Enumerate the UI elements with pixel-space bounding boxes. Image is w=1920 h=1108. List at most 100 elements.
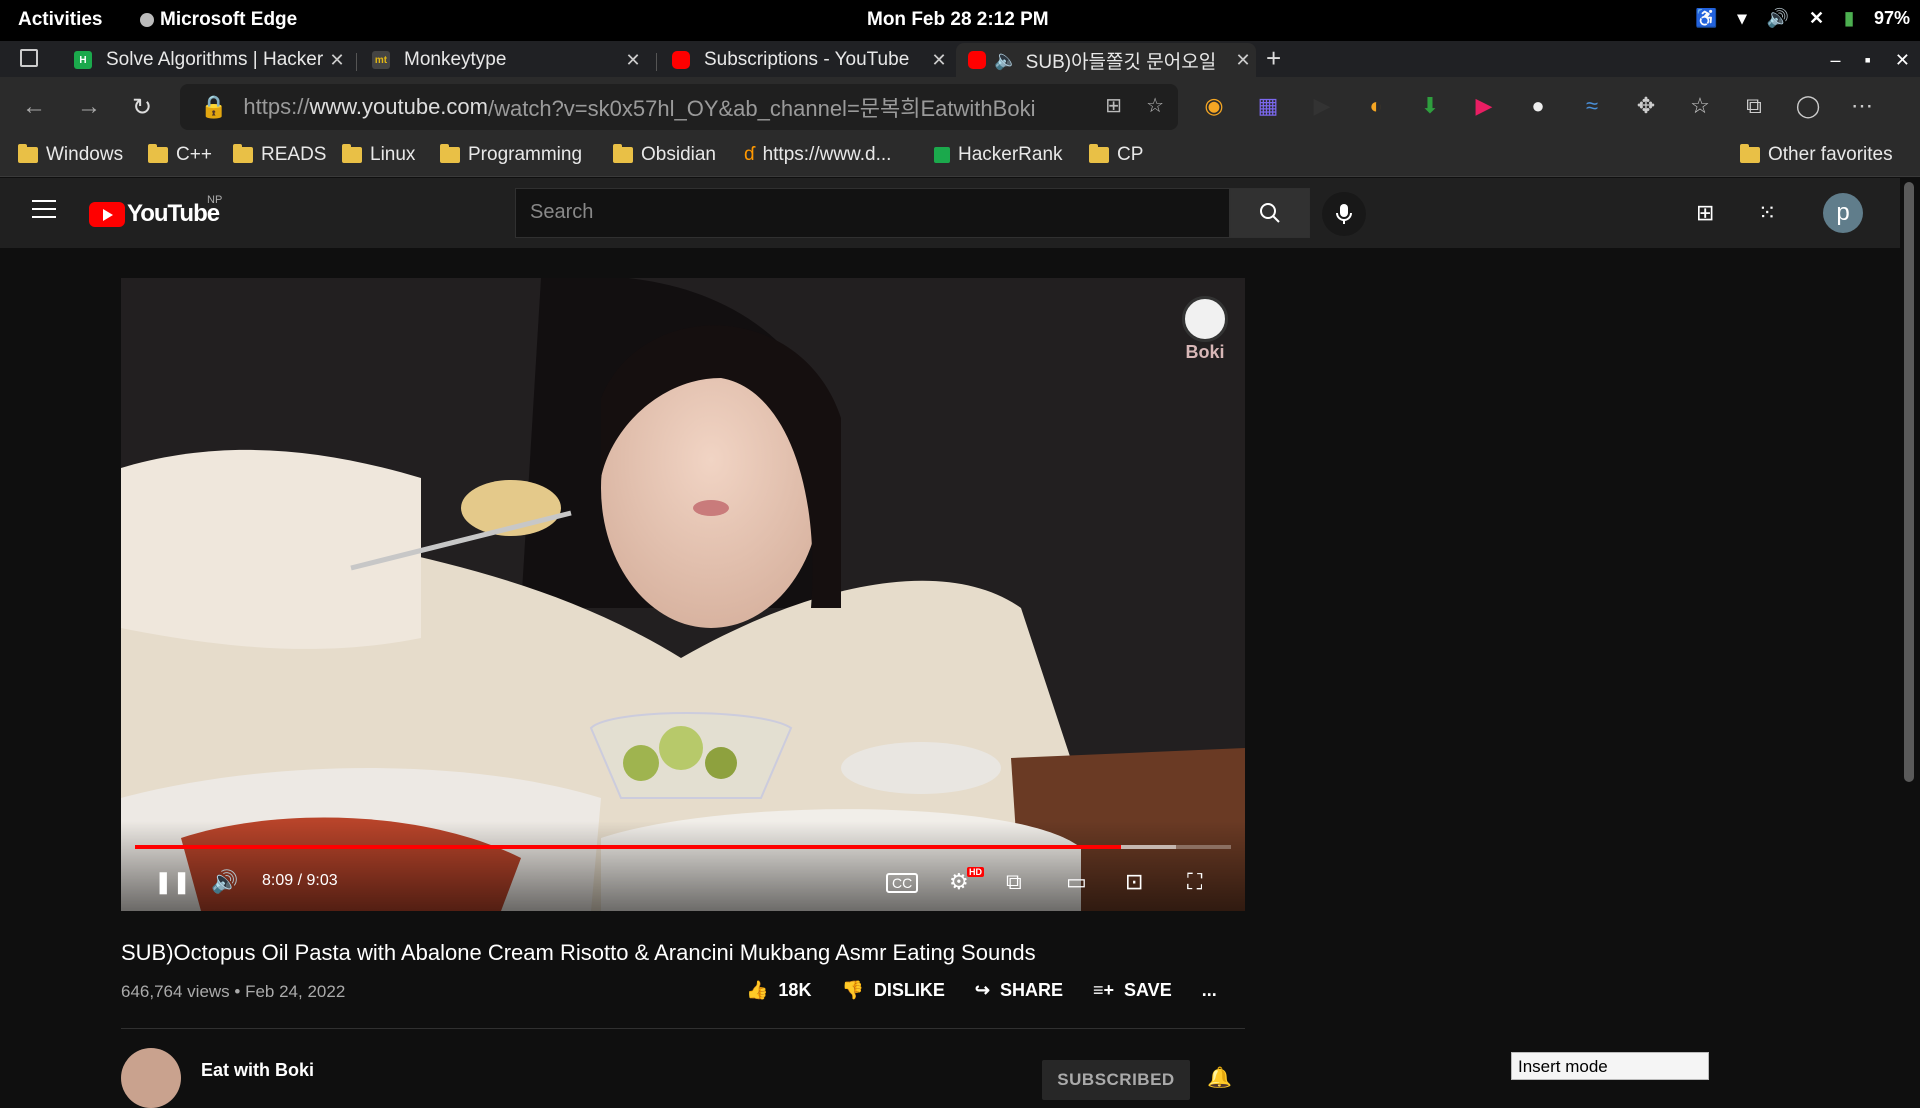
divider — [121, 1028, 1245, 1029]
search-button[interactable] — [1230, 188, 1310, 238]
bookmark-label: CP — [1117, 144, 1144, 165]
share-label: SHARE — [999, 980, 1063, 1000]
profile-icon[interactable]: ◯ — [1794, 93, 1822, 119]
battery-icon[interactable]: ▮ — [1844, 8, 1854, 29]
extension-toggle-icon[interactable]: ◐ — [1362, 93, 1390, 119]
search-input[interactable]: Search — [515, 188, 1230, 238]
folder-icon — [342, 144, 362, 163]
minimize-icon[interactable]: – — [1831, 50, 1841, 71]
extension-clock-icon[interactable]: ◉ — [1200, 93, 1228, 119]
extension-calendar-icon[interactable]: ▦ — [1254, 93, 1282, 119]
extensions-icon[interactable]: ✥ — [1632, 93, 1660, 119]
accessibility-icon[interactable]: ♿ — [1695, 8, 1717, 29]
like-button[interactable]: 👍 18K — [746, 980, 811, 1001]
bookmark-hackerrank[interactable]: HackerRank — [934, 144, 1063, 166]
extension-arrow-icon[interactable]: ▶ — [1470, 93, 1498, 119]
bookmark-linux[interactable]: Linux — [342, 144, 415, 166]
account-avatar[interactable]: p — [1823, 193, 1863, 233]
save-button[interactable]: ≡+ SAVE — [1093, 980, 1172, 1001]
youtube-logo[interactable]: YouTube NP — [89, 194, 222, 228]
watermark-text: Boki — [1185, 342, 1225, 362]
cast-icon[interactable]: ⊡ — [1125, 869, 1143, 895]
close-tab-icon[interactable]: ✕ — [1230, 50, 1256, 71]
other-favorites[interactable]: Other favorites — [1740, 144, 1893, 166]
collections-icon[interactable]: ⧉ — [1740, 93, 1768, 119]
captions-icon[interactable]: CC — [886, 873, 919, 893]
subscribe-button[interactable]: SUBSCRIBED — [1042, 1060, 1190, 1100]
close-tab-icon[interactable]: ✕ — [926, 50, 952, 71]
volume-icon[interactable]: 🔊 — [1767, 8, 1789, 29]
tab-current-video[interactable]: 🔈 SUB)아들쫄깃 문어오일 ✕ — [956, 43, 1256, 77]
bookmark-obsidian[interactable]: Obsidian — [613, 144, 716, 166]
activities-button[interactable]: Activities — [18, 9, 102, 31]
channel-avatar[interactable] — [121, 1048, 181, 1108]
menu-icon[interactable] — [32, 200, 56, 218]
microphone-icon — [1336, 204, 1352, 224]
add-favorite-icon[interactable]: ☆ — [1146, 93, 1164, 118]
miniplayer-icon[interactable]: ⧉ — [1006, 869, 1022, 895]
lock-icon[interactable]: 🔒 — [200, 94, 227, 120]
video-player[interactable]: Boki ❚❚ 🔊 8:09 / 9:03 CC ⚙ HD ⧉ ▭ ⊡ ⛶ — [121, 278, 1245, 911]
bookmark-cp[interactable]: CP — [1089, 144, 1143, 166]
pause-icon[interactable]: ❚❚ — [154, 869, 191, 895]
panda-logo-icon — [1182, 296, 1228, 342]
more-actions-button[interactable]: ... — [1202, 980, 1217, 1001]
extension-github-icon[interactable]: ● — [1524, 93, 1552, 119]
app-available-icon[interactable]: ⊞ — [1105, 93, 1122, 118]
dislike-button[interactable]: 👎 DISLIKE — [841, 980, 944, 1001]
settings-more-icon[interactable]: ⋯ — [1848, 93, 1876, 119]
window-controls: – ▪ ✕ — [1831, 50, 1911, 71]
share-button[interactable]: ↪ SHARE — [975, 980, 1063, 1001]
bookmark-label: HackerRank — [958, 144, 1063, 165]
create-video-icon[interactable]: ⊞ — [1696, 200, 1714, 226]
new-tab-icon[interactable]: + — [1266, 43, 1281, 74]
url-path: /watch?v=sk0x57hl_OY&ab_channel=문복희Eatwi… — [487, 96, 1036, 121]
youtube-favicon-icon — [672, 51, 690, 69]
close-window-icon[interactable]: ✕ — [1895, 50, 1910, 71]
notification-bell-icon[interactable]: 🔔 — [1207, 1065, 1232, 1090]
bookmark-label: Obsidian — [641, 144, 716, 165]
maximize-icon[interactable]: ▪ — [1865, 50, 1871, 71]
channel-watermark[interactable]: Boki — [1177, 296, 1233, 376]
tab-subscriptions[interactable]: Subscriptions - YouTube ✕ — [660, 43, 952, 77]
clock[interactable]: Mon Feb 28 2:12 PM — [867, 9, 1049, 31]
hd-badge: HD — [967, 867, 984, 877]
tab-hackerrank[interactable]: H Solve Algorithms | HackerRank ✕ — [62, 43, 350, 77]
forward-icon[interactable]: → — [77, 93, 101, 121]
tab-actions-icon[interactable] — [20, 49, 38, 67]
extension-download-icon[interactable]: ⬇ — [1416, 93, 1444, 119]
bookmark-reads[interactable]: READS — [233, 144, 326, 166]
progress-bar[interactable] — [135, 845, 1231, 849]
bookmark-cpp[interactable]: C++ — [148, 144, 212, 166]
channel-name[interactable]: Eat with Boki — [201, 1060, 314, 1081]
bookmark-programming[interactable]: Programming — [440, 144, 582, 166]
thumbs-down-icon: 👎 — [841, 980, 864, 1000]
tab-separator — [656, 53, 657, 71]
address-bar[interactable]: 🔒 https:// www.youtube.com /watch?v=sk0x… — [180, 84, 1178, 130]
back-icon[interactable]: ← — [22, 93, 46, 121]
volume-icon[interactable]: 🔊 — [211, 869, 238, 895]
page-scrollbar[interactable] — [1904, 182, 1914, 782]
bookmark-link[interactable]: ɗ https://www.d... — [744, 144, 891, 166]
favorites-icon[interactable]: ☆ — [1686, 93, 1714, 119]
battery-level: 97% — [1873, 8, 1910, 28]
app-menu[interactable]: Microsoft Edge — [140, 9, 297, 31]
system-tray[interactable]: ♿ ▾ 🔊 ✕ ▮ 97% — [1695, 8, 1910, 29]
tab-monkeytype[interactable]: mt Monkeytype ✕ — [360, 43, 646, 77]
extension-wave-icon[interactable]: ≈ — [1578, 93, 1606, 119]
bookmark-windows[interactable]: Windows — [18, 144, 123, 166]
speaker-icon[interactable]: 🔈 — [994, 48, 1018, 72]
video-title: SUB)Octopus Oil Pasta with Abalone Cream… — [121, 940, 1036, 965]
voice-search-button[interactable] — [1322, 192, 1366, 236]
extension-play-icon[interactable]: ▶ — [1308, 93, 1336, 119]
dislike-label: DISLIKE — [873, 980, 945, 1000]
wifi-icon[interactable]: ▾ — [1738, 8, 1747, 29]
reload-icon[interactable]: ↻ — [132, 93, 152, 122]
close-tab-icon[interactable]: ✕ — [324, 50, 350, 71]
apps-grid-icon[interactable]: ⁙ — [1758, 200, 1776, 226]
fullscreen-icon[interactable]: ⛶ — [1187, 869, 1202, 895]
close-tab-icon[interactable]: ✕ — [620, 50, 646, 71]
theater-mode-icon[interactable]: ▭ — [1066, 869, 1087, 895]
mic-muted-icon[interactable]: ✕ — [1809, 8, 1824, 29]
settings-gear-icon[interactable]: ⚙ — [949, 869, 969, 895]
